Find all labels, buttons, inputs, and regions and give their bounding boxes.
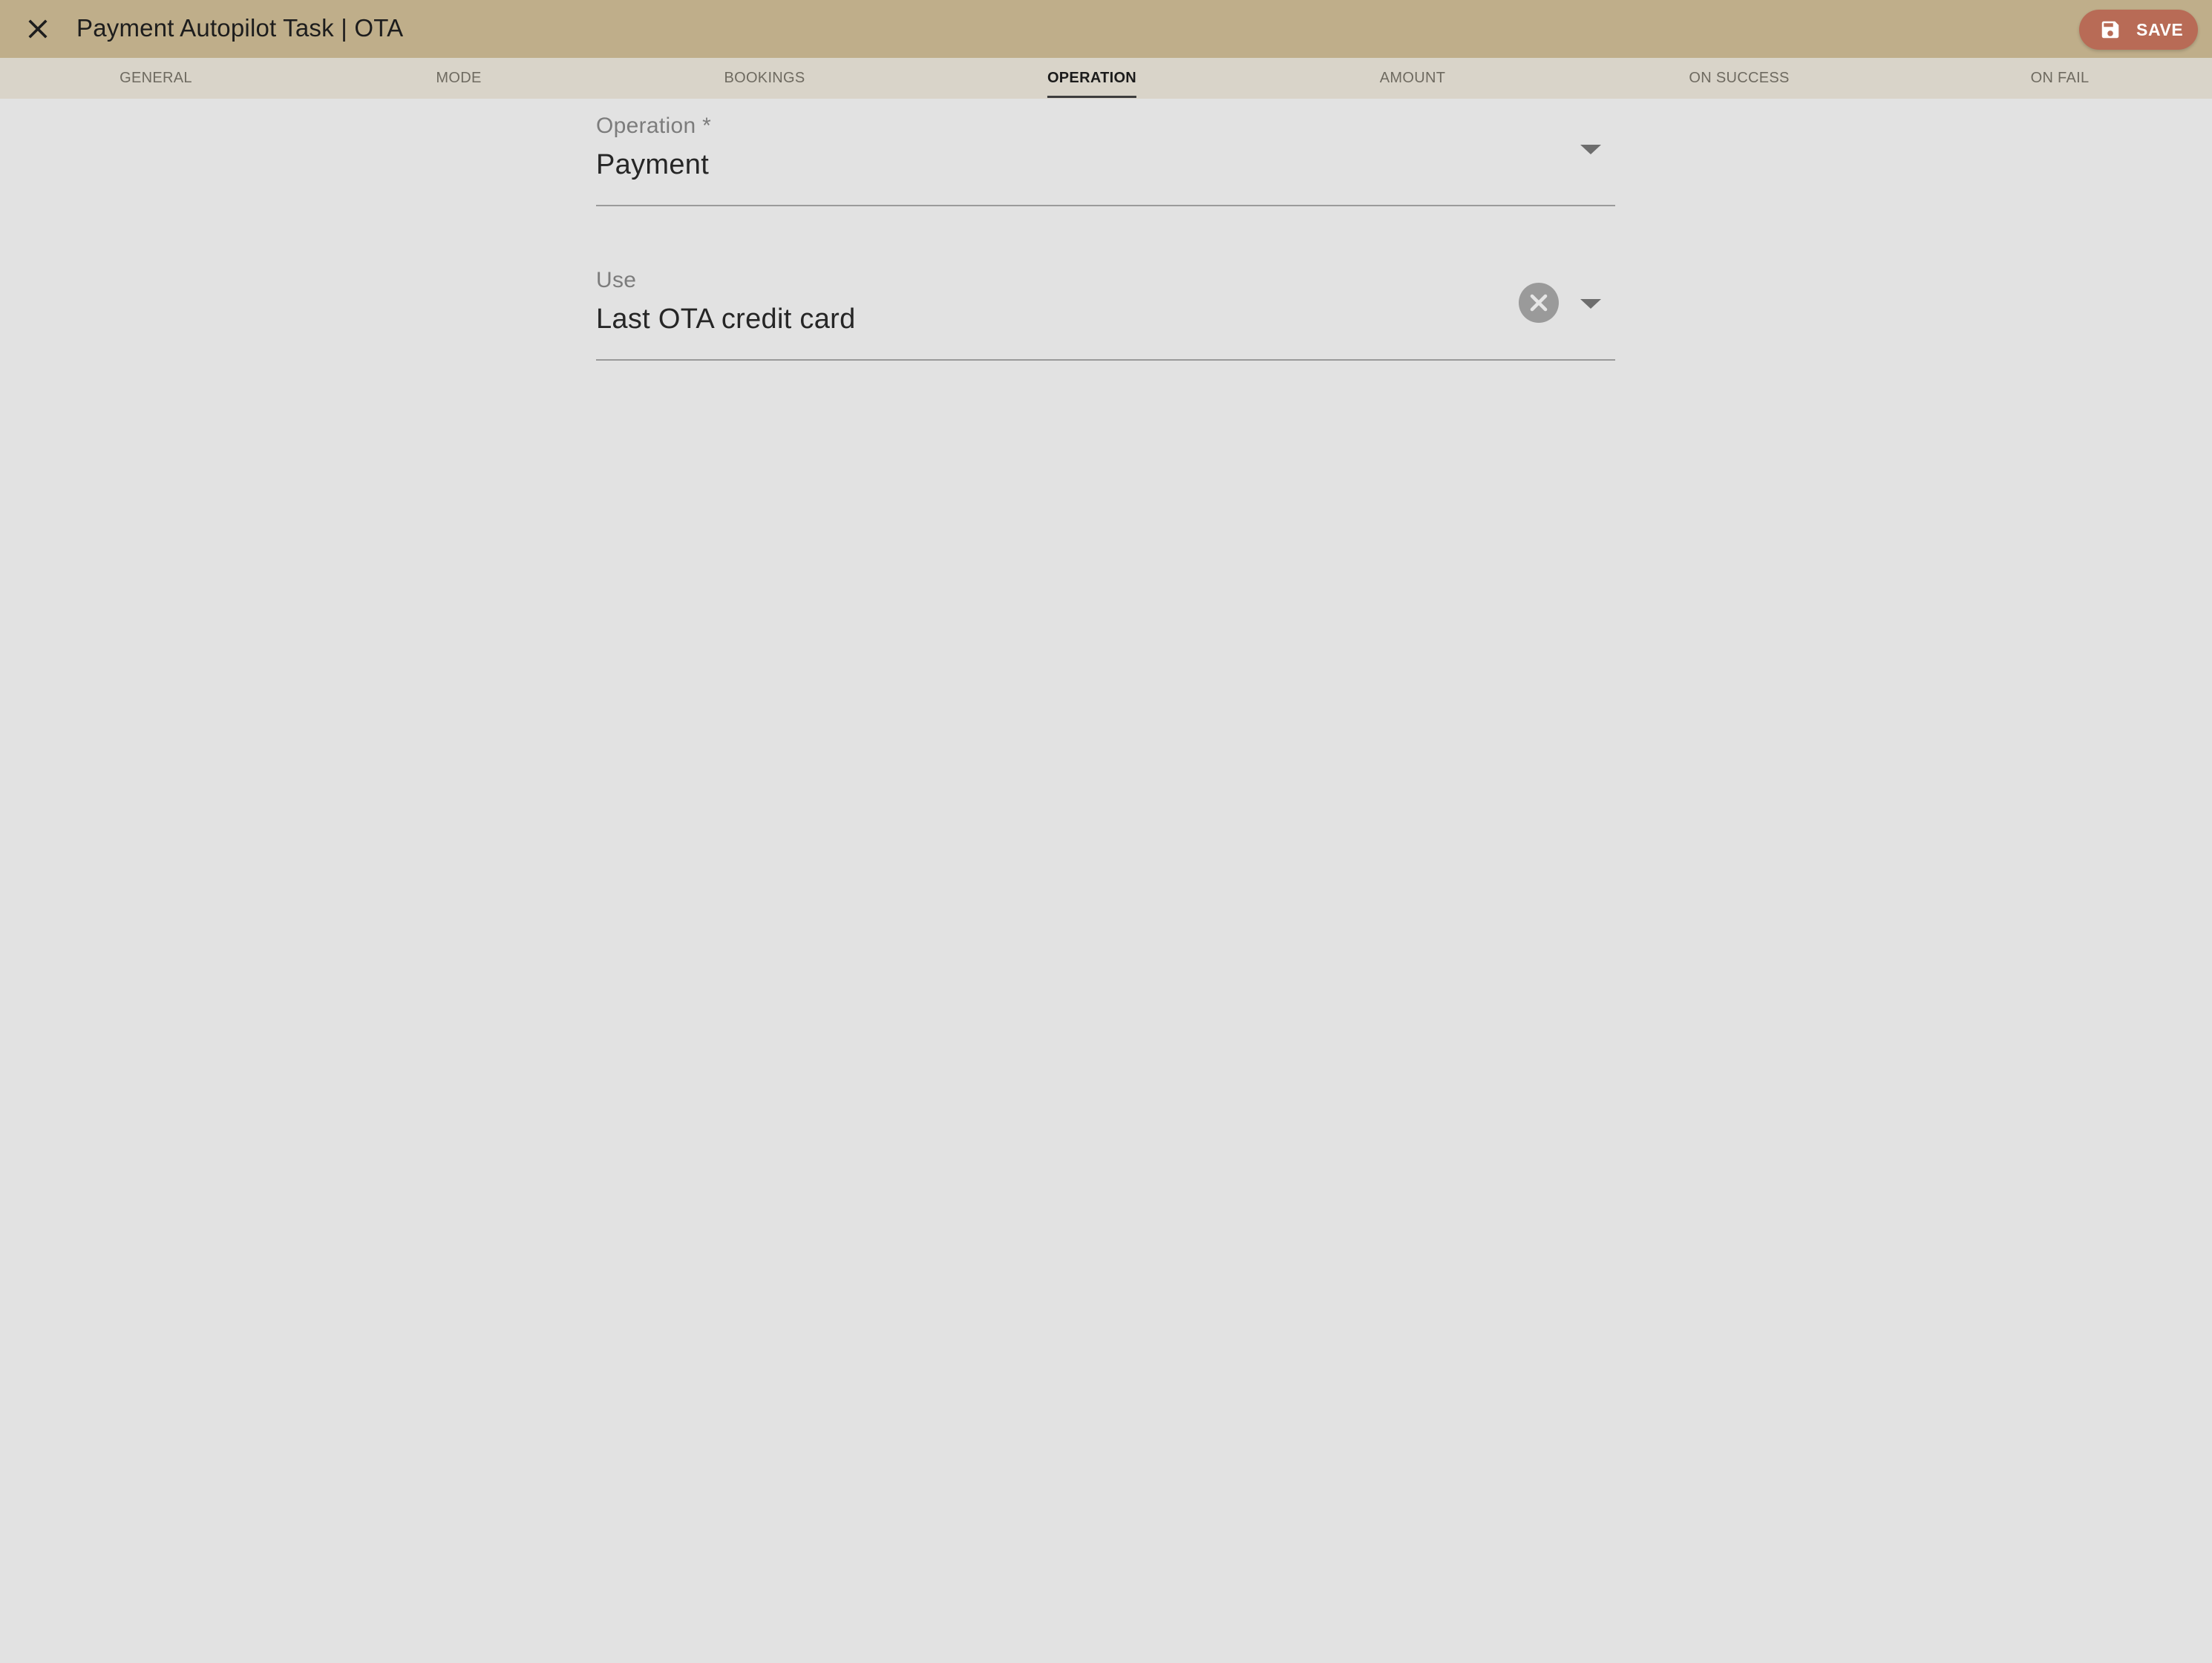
chevron-down-icon[interactable] (1580, 299, 1601, 309)
use-value: Last OTA credit card (596, 304, 856, 335)
top-app-bar: Payment Autopilot Task | OTA SAVE (0, 0, 2212, 58)
save-button-label: SAVE (2136, 19, 2184, 39)
tab-amount[interactable]: AMOUNT (1380, 58, 1445, 99)
clear-icon (1529, 293, 1548, 312)
tab-on-success[interactable]: ON SUCCESS (1689, 58, 1789, 99)
use-label: Use (596, 268, 637, 292)
floppy-disk-icon (2099, 19, 2121, 41)
close-button[interactable] (22, 13, 53, 45)
tab-bar: GENERAL MODE BOOKINGS OPERATION AMOUNT O… (0, 58, 2212, 99)
tab-operation[interactable]: OPERATION (1047, 58, 1137, 99)
clear-selection-button[interactable] (1519, 283, 1559, 323)
tab-general[interactable]: GENERAL (120, 58, 192, 99)
tab-on-fail[interactable]: ON FAIL (2031, 58, 2090, 99)
operation-select[interactable]: Operation * Payment (596, 108, 1615, 206)
chevron-down-icon[interactable] (1580, 145, 1601, 154)
dialog-title: Payment Autopilot Task | OTA (76, 14, 404, 42)
use-select[interactable]: Use Last OTA credit card (596, 263, 1615, 361)
close-icon (28, 19, 48, 39)
operation-value: Payment (596, 149, 710, 180)
tab-bookings[interactable]: BOOKINGS (724, 58, 805, 99)
operation-label: Operation * (596, 114, 712, 138)
tab-mode[interactable]: MODE (436, 58, 481, 99)
save-button[interactable]: SAVE (2079, 10, 2198, 50)
payment-autopilot-dialog: Payment Autopilot Task | OTA SAVE GENERA… (0, 0, 2212, 1663)
